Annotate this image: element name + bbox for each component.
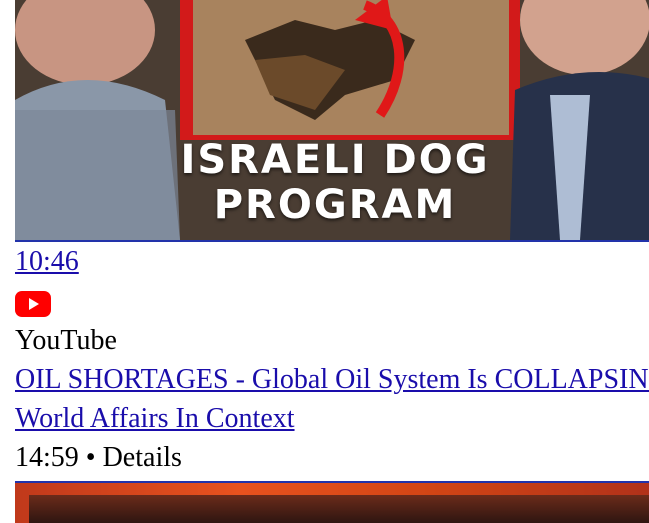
source-label: YouTube [15,325,117,356]
thumbnail-image [29,495,649,523]
video-duration-link[interactable]: 10:46 [15,246,79,278]
video-thumbnail-israeli-dog-program[interactable]: ISRAELI DOG PROGRAM [15,0,649,242]
video-title-link[interactable]: OIL SHORTAGES - Global Oil System Is COL… [15,364,649,396]
youtube-icon [15,291,51,322]
video-meta: 14:59 • Details [15,442,182,473]
thumbnail-title-line1: ISRAELI DOG [180,137,490,183]
channel-link[interactable]: World Affairs In Context [15,403,295,435]
video-thumbnail-oil-shortages[interactable] [15,481,649,523]
thumbnail-title-line2: PROGRAM [213,182,457,228]
